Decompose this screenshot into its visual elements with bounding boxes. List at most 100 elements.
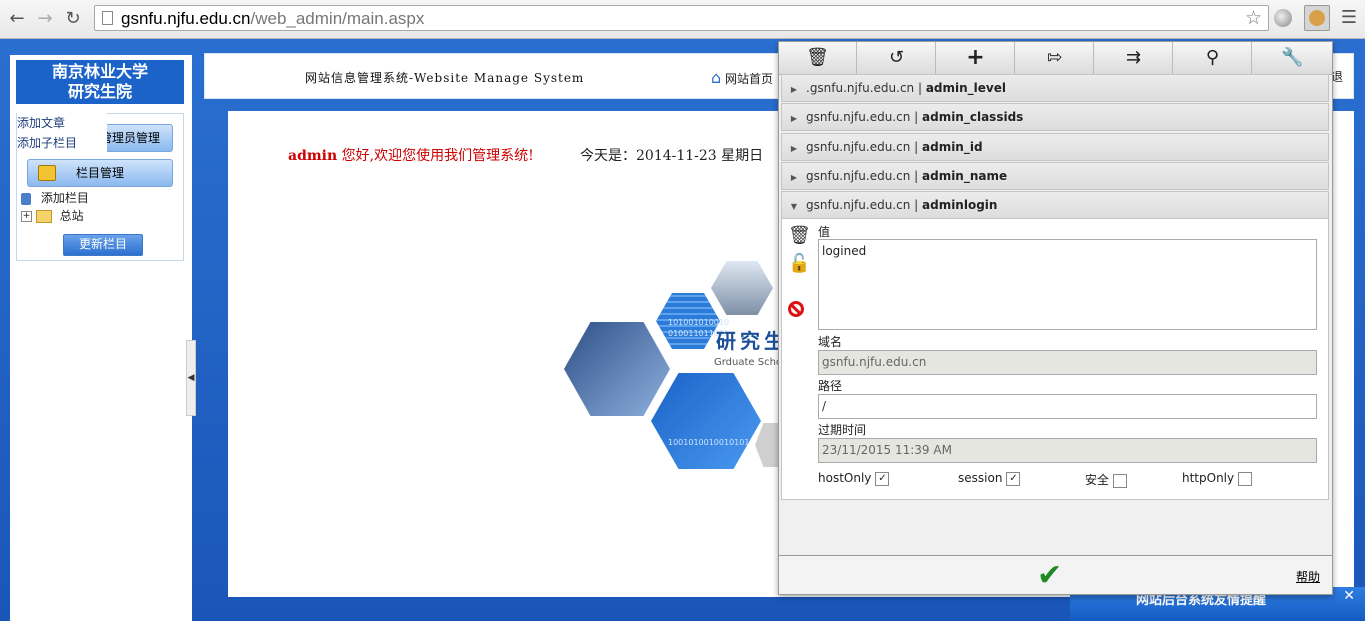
cookie-name: admin_name bbox=[922, 169, 1008, 183]
cookie-name: admin_id bbox=[922, 140, 983, 154]
cookie-extension-button[interactable] bbox=[1304, 5, 1330, 31]
menu-add-subcolumn[interactable]: 添加子栏目 bbox=[17, 133, 107, 153]
expand-icon[interactable]: + bbox=[21, 211, 32, 222]
cookie-domain: gsnfu.njfu.edu.cn bbox=[806, 140, 911, 154]
secure-checkbox[interactable] bbox=[1113, 473, 1128, 488]
column-manage-label: 栏目管理 bbox=[75, 166, 124, 180]
expires-field[interactable]: 23/11/2015 11:39 AM bbox=[818, 438, 1317, 463]
value-label: 值 bbox=[818, 225, 831, 239]
hex-hands-image bbox=[564, 322, 670, 416]
url-path: /web_admin/main.aspx bbox=[250, 9, 425, 28]
database-icon bbox=[21, 192, 31, 205]
block-icon-bar bbox=[790, 304, 802, 315]
cookie-name: admin_classids bbox=[922, 110, 1024, 124]
cookie-footer: ✔ 帮助 bbox=[779, 555, 1332, 594]
expires-label: 过期时间 bbox=[818, 423, 867, 437]
cookie-row[interactable]: ▶ .gsnfu.njfu.edu.cn | admin_level bbox=[781, 74, 1329, 102]
unlock-icon[interactable]: 🔓 bbox=[788, 253, 810, 274]
tree-add-column[interactable]: 添加栏目 bbox=[21, 189, 89, 206]
settings-wrench-icon[interactable]: 🔧 bbox=[1253, 42, 1332, 74]
delete-all-icon[interactable]: 🗑 bbox=[779, 42, 857, 74]
forward-icon[interactable]: → bbox=[34, 8, 56, 30]
tree-add-label: 添加栏目 bbox=[40, 191, 89, 205]
username: admin bbox=[288, 148, 338, 164]
export-icon[interactable]: ⇉ bbox=[1095, 42, 1173, 74]
home-link[interactable]: ⌂ 网站首页 bbox=[711, 68, 773, 87]
back-icon[interactable]: ← bbox=[6, 8, 28, 30]
cookie-domain: gsnfu.njfu.edu.cn bbox=[806, 110, 911, 124]
address-bar[interactable]: gsnfu.njfu.edu.cn/web_admin/main.aspx ☆ bbox=[94, 5, 1269, 31]
expand-arrow-icon: ▶ bbox=[790, 173, 798, 182]
today-date: 今天是：2014-11-23 星期日 bbox=[580, 148, 764, 164]
cookie-domain: .gsnfu.njfu.edu.cn bbox=[806, 81, 915, 95]
system-title: 网站信息管理系统-Website Manage System bbox=[305, 71, 585, 85]
logo-line1: 南京林业大学 bbox=[51, 62, 148, 81]
search-icon[interactable]: ⚲ bbox=[1174, 42, 1252, 74]
cookie-domain: gsnfu.njfu.edu.cn bbox=[806, 198, 911, 212]
hostonly-checkbox[interactable]: ✓ bbox=[875, 471, 890, 486]
submit-check-icon[interactable]: ✔ bbox=[1037, 558, 1062, 593]
path-label: 路径 bbox=[818, 379, 843, 393]
folder-add-icon bbox=[38, 165, 56, 181]
menu-add-article[interactable]: 添加文章 bbox=[17, 113, 107, 133]
globe-extension-icon[interactable] bbox=[1274, 9, 1292, 27]
menu-icon[interactable]: ☰ bbox=[1338, 7, 1360, 29]
add-popup-menu: 添加文章 添加子栏目 bbox=[17, 113, 107, 153]
tree-root-label: 总站 bbox=[59, 209, 84, 223]
session-option: session ✓ bbox=[958, 471, 1021, 486]
hostonly-option: hostOnly ✓ bbox=[818, 471, 890, 486]
welcome-message: 您好,欢迎您使用我们管理系统! bbox=[341, 148, 534, 164]
cookie-name: adminlogin bbox=[922, 198, 998, 212]
bookmark-star-icon[interactable]: ☆ bbox=[1245, 7, 1262, 29]
cookie-toolbar: 🗑 ↺ + ⇰ ⇉ ⚲ 🔧 bbox=[779, 42, 1332, 75]
httponly-option: httpOnly bbox=[1182, 471, 1253, 486]
trash-icon[interactable]: 🗑 bbox=[788, 225, 811, 246]
cookie-row[interactable]: ▶ gsnfu.njfu.edu.cn | admin_id bbox=[781, 133, 1329, 161]
cookie-detail-editor: 🗑 🔓 值 logined 域名 gsnfu.njfu.edu.cn 路径 / … bbox=[781, 218, 1329, 500]
collapse-arrow-icon: ▼ bbox=[790, 202, 798, 211]
expand-arrow-icon: ▶ bbox=[790, 85, 798, 94]
add-icon[interactable]: + bbox=[937, 42, 1015, 74]
expand-arrow-icon: ▶ bbox=[790, 114, 798, 123]
cookie-domain: gsnfu.njfu.edu.cn bbox=[806, 169, 911, 183]
session-label: session bbox=[958, 471, 1003, 485]
domain-label: 域名 bbox=[818, 335, 843, 349]
url-host: gsnfu.njfu.edu.cn bbox=[121, 9, 251, 28]
reload-icon[interactable]: ↻ bbox=[62, 8, 84, 30]
home-icon: ⌂ bbox=[711, 68, 722, 87]
block-icon[interactable] bbox=[788, 301, 804, 317]
column-manage-button[interactable]: 栏目管理 bbox=[27, 159, 173, 187]
cookie-editor-popup: 🗑 ↺ + ⇰ ⇉ ⚲ 🔧 ▶ .gsnfu.njfu.edu.cn | admi… bbox=[778, 41, 1333, 595]
left-sidebar: 南京林业大学 研究生院 管理员管理 栏目管理 添加栏目 + 总站 更新栏目 添加… bbox=[10, 55, 192, 621]
banner-subtitle: Grduate Scho bbox=[714, 357, 783, 368]
page-icon bbox=[102, 11, 113, 25]
httponly-checkbox[interactable] bbox=[1238, 471, 1253, 486]
sidebar-collapse-handle[interactable]: ◀ bbox=[186, 340, 196, 416]
domain-field[interactable]: gsnfu.njfu.edu.cn bbox=[818, 350, 1317, 375]
cookie-row-expanded[interactable]: ▼ gsnfu.njfu.edu.cn | adminlogin bbox=[781, 191, 1329, 219]
import-icon[interactable]: ⇰ bbox=[1016, 42, 1094, 74]
refresh-columns-button[interactable]: 更新栏目 bbox=[63, 234, 143, 256]
close-icon[interactable]: ✕ bbox=[1343, 588, 1355, 604]
secure-option: 安全 bbox=[1085, 471, 1128, 488]
tree-root[interactable]: + 总站 bbox=[21, 207, 84, 224]
logo-line2: 研究生院 bbox=[67, 82, 132, 101]
hostonly-label: hostOnly bbox=[818, 471, 872, 485]
home-label: 网站首页 bbox=[724, 72, 773, 86]
help-link[interactable]: 帮助 bbox=[1296, 568, 1320, 585]
cookie-row[interactable]: ▶ gsnfu.njfu.edu.cn | admin_name bbox=[781, 162, 1329, 190]
folder-icon bbox=[35, 210, 52, 223]
path-field[interactable]: / bbox=[818, 394, 1317, 419]
cookie-icon bbox=[1309, 10, 1325, 26]
cookie-row[interactable]: ▶ gsnfu.njfu.edu.cn | admin_classids bbox=[781, 103, 1329, 131]
secure-label: 安全 bbox=[1085, 473, 1110, 487]
browser-toolbar: ← → ↻ gsnfu.njfu.edu.cn/web_admin/main.a… bbox=[0, 0, 1365, 39]
binary-text-3: 1001010010010101 bbox=[668, 438, 750, 447]
university-logo: 南京林业大学 研究生院 bbox=[16, 60, 184, 104]
reset-icon[interactable]: ↺ bbox=[858, 42, 936, 74]
session-checkbox[interactable]: ✓ bbox=[1006, 471, 1021, 486]
value-textarea[interactable]: logined bbox=[818, 239, 1317, 330]
hex-person-image bbox=[711, 261, 773, 315]
url-text[interactable]: gsnfu.njfu.edu.cn/web_admin/main.aspx bbox=[121, 9, 424, 29]
cookie-name: admin_level bbox=[925, 81, 1006, 95]
